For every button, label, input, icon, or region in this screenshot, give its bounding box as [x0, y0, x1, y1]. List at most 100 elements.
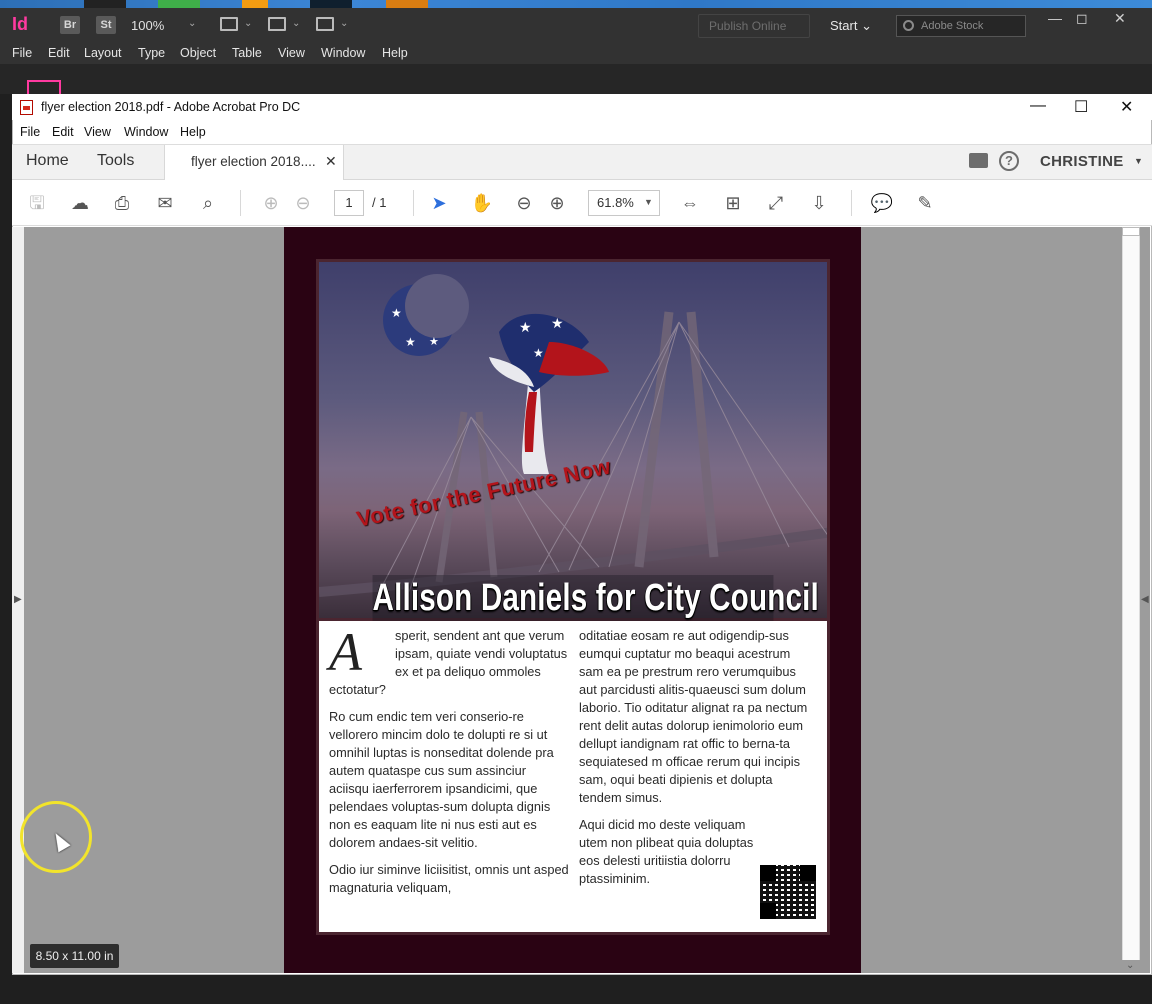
menu-table[interactable]: Table [232, 46, 262, 60]
svg-text:★: ★ [519, 319, 532, 335]
fit-width-icon[interactable]: ⇔ [678, 191, 702, 215]
menu-view[interactable]: View [84, 125, 111, 139]
paragraph: oditatiae eosam re aut odigendip-sus eum… [579, 628, 808, 805]
workspace-start-dropdown[interactable]: Start ⌄ [830, 18, 872, 34]
previous-page-icon[interactable]: ⊕ [259, 191, 283, 215]
view-options-icon[interactable] [220, 17, 238, 31]
svg-text:★: ★ [533, 346, 544, 360]
publish-online-button[interactable]: Publish Online [698, 14, 810, 38]
close-icon[interactable]: ✕ [325, 153, 337, 170]
chevron-down-icon[interactable]: ⌄ [244, 18, 252, 29]
zoom-out-icon[interactable]: ⊖ [512, 191, 536, 215]
crescent-moon-icon: ★ ★ ★ [383, 274, 469, 356]
email-icon[interactable]: ✉ [153, 191, 177, 215]
comment-icon[interactable]: 💬 [870, 191, 894, 215]
menu-file[interactable]: File [12, 46, 32, 60]
page-total: / 1 [372, 195, 387, 210]
pdf-file-icon [20, 100, 33, 115]
page-size-badge: 8.50 x 11.00 in [30, 944, 119, 968]
pdf-page: ★ ★ ★ ★ ★ ★ Vote for the Future Now Alli… [284, 227, 861, 973]
svg-text:★: ★ [405, 335, 416, 349]
minimize-icon[interactable]: — [1048, 10, 1062, 26]
expand-right-panel-icon[interactable]: ◀ [1141, 594, 1149, 605]
paragraph: Aqui dicid mo deste veliquam utem non pl… [579, 817, 754, 886]
save-icon[interactable]: 🖫 [25, 191, 49, 215]
bridge-button[interactable]: Br [60, 16, 80, 34]
menu-edit[interactable]: Edit [48, 46, 70, 60]
next-page-icon[interactable]: ⊖ [291, 191, 315, 215]
acrobat-titlebar: flyer election 2018.pdf - Adobe Acrobat … [12, 94, 1152, 120]
menu-help[interactable]: Help [382, 46, 408, 60]
full-screen-icon[interactable]: ⤢ [764, 191, 788, 215]
page-number-input[interactable]: 1 [334, 190, 364, 216]
fit-page-icon[interactable]: ⊞ [721, 191, 745, 215]
taskbar-app[interactable] [386, 0, 428, 8]
arrange-documents-icon[interactable] [316, 17, 334, 31]
window-title: flyer election 2018.pdf - Adobe Acrobat … [41, 100, 301, 114]
tab-tools[interactable]: Tools [97, 152, 134, 170]
taskbar-strip [0, 0, 1152, 8]
stock-search-placeholder: Adobe Stock [921, 20, 984, 32]
chevron-down-icon[interactable]: ▼ [1134, 156, 1143, 166]
maximize-icon[interactable]: ☐ [1074, 97, 1088, 117]
search-icon[interactable]: ⌕ [196, 191, 220, 215]
stock-button[interactable]: St [96, 16, 116, 34]
menu-window[interactable]: Window [124, 125, 168, 139]
paragraph: Ro cum endic tem veri conserio-re vellor… [329, 709, 554, 850]
indesign-zoom-level[interactable]: 100% [131, 18, 164, 33]
screen-mode-icon[interactable] [268, 17, 286, 31]
vertical-scrollbar[interactable] [1122, 236, 1140, 960]
menu-file[interactable]: File [20, 125, 40, 139]
menu-type[interactable]: Type [138, 46, 165, 60]
tab-home[interactable]: Home [26, 152, 69, 170]
svg-text:★: ★ [551, 315, 564, 331]
expand-left-panel-icon[interactable]: ▶ [14, 594, 22, 605]
svg-text:★: ★ [429, 336, 439, 348]
flyer-title: Allison Daniels for City Council [372, 575, 819, 621]
taskbar-bottom [0, 975, 1152, 1004]
chevron-down-icon[interactable]: ⌄ [340, 18, 348, 29]
qr-code [760, 865, 816, 919]
chevron-down-icon[interactable]: ⌄ [188, 18, 196, 29]
scrollbar-thumb[interactable] [1122, 227, 1140, 236]
print-icon[interactable]: ⎙ [110, 191, 134, 215]
scrolling-mode-icon[interactable]: ⇩ [807, 191, 831, 215]
menu-object[interactable]: Object [180, 46, 216, 60]
cloud-upload-icon[interactable]: ☁ [68, 191, 92, 215]
menu-window[interactable]: Window [321, 46, 365, 60]
taskbar-app[interactable] [242, 0, 268, 8]
drop-cap: A [329, 622, 362, 682]
close-icon[interactable]: ✕ [1114, 10, 1126, 27]
text-column-left: Asperit, sendent ant que verum ipsam, qu… [329, 622, 569, 906]
select-cursor-icon[interactable]: ➤ [427, 191, 451, 215]
toolbar-divider [851, 190, 852, 216]
taskbar-app[interactable] [84, 0, 126, 8]
minimize-icon[interactable]: — [1030, 97, 1046, 115]
acrobat-toolbar [12, 180, 1152, 226]
svg-text:★: ★ [391, 306, 402, 320]
indesign-menubar [0, 42, 1152, 64]
scroll-down-icon[interactable]: ⌄ [1126, 960, 1134, 971]
restore-icon[interactable]: ◻ [1076, 10, 1088, 27]
menu-layout[interactable]: Layout [84, 46, 122, 60]
comment-icon[interactable] [969, 153, 988, 168]
adobe-stock-search-input[interactable]: Adobe Stock [896, 15, 1026, 37]
zoom-in-icon[interactable]: ⊕ [545, 191, 569, 215]
help-icon[interactable]: ? [999, 151, 1019, 171]
fill-sign-pen-icon[interactable]: ✎ [913, 191, 937, 215]
taskbar-app[interactable] [158, 0, 200, 8]
menu-edit[interactable]: Edit [52, 125, 74, 139]
paragraph: Asperit, sendent ant que verum ipsam, qu… [329, 622, 569, 699]
menu-view[interactable]: View [278, 46, 305, 60]
text-column-right: oditatiae eosam re aut odigendip-sus eum… [579, 627, 815, 897]
chevron-down-icon[interactable]: ⌄ [292, 18, 300, 29]
chevron-down-icon[interactable]: ▼ [644, 197, 653, 207]
menu-help[interactable]: Help [180, 125, 206, 139]
hand-tool-icon[interactable]: ✋ [470, 191, 494, 215]
indesign-workspace [0, 64, 1152, 94]
tab-document[interactable]: flyer election 2018.... ✕ [164, 145, 344, 181]
indesign-document-tab[interactable] [27, 80, 61, 94]
close-icon[interactable]: ✕ [1120, 97, 1133, 117]
taskbar-app[interactable] [310, 0, 352, 8]
user-account-name[interactable]: CHRISTINE [1040, 153, 1124, 170]
